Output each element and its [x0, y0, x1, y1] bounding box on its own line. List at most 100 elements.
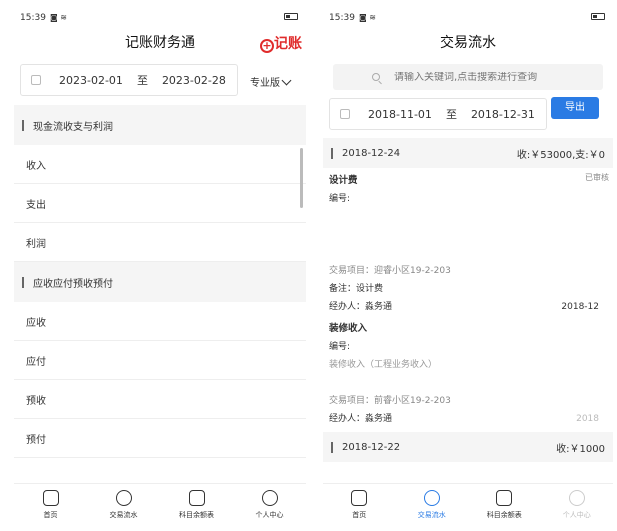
calendar-icon	[340, 109, 350, 119]
profile-icon	[261, 490, 278, 506]
record-number: 编号:	[329, 342, 351, 352]
day-date: 2018-12-24	[342, 147, 401, 159]
ledger-icon	[496, 490, 513, 506]
plus-circle-icon: +	[260, 39, 274, 53]
record-type: 装修收入（工程业务收入）	[329, 360, 438, 370]
page-title: 交易流水	[440, 35, 496, 51]
transactions-icon	[115, 490, 132, 506]
transactions-icon	[423, 490, 440, 506]
status-time: 15:39	[329, 13, 355, 23]
day-summary: 收:￥1000	[556, 443, 605, 455]
profile-icon	[568, 490, 585, 506]
date-separator: 至	[136, 74, 148, 87]
home-navbar: 记账财务通 + 记账	[14, 26, 306, 60]
version-dropdown[interactable]: 专业版	[250, 74, 292, 89]
tab-label: 首页	[352, 511, 367, 519]
battery-icon	[284, 13, 298, 20]
record-remark: 备注：设计费	[329, 284, 384, 294]
record-date: 2018-12	[561, 302, 599, 312]
tab-transactions[interactable]: 交易流水	[396, 484, 469, 531]
record-date: 2018	[576, 414, 599, 424]
tab-label: 科目余额表	[486, 511, 522, 519]
end-date: 2023-02-28	[161, 73, 226, 87]
record-number: 编号:	[329, 194, 351, 204]
home-screen: 15:39 ◙ ≋ 记账财务通 + 记账 2023-02-01 至 2023-02…	[14, 0, 306, 531]
bottom-tab-bar: 首页 交易流水 科目余额表 个人中心	[323, 483, 613, 531]
scrollbar[interactable]	[300, 148, 303, 208]
section-marker	[331, 147, 333, 159]
status-time: 15:39	[20, 13, 46, 23]
start-date: 2023-02-01	[59, 73, 123, 87]
transactions-screen: 15:39 ◙ ≋ 交易流水 2018-11-01 至 2018-12-31 导…	[323, 0, 613, 531]
search-icon	[372, 73, 380, 81]
tab-home[interactable]: 首页	[323, 484, 396, 531]
menu-item-prepaid[interactable]: 预付	[14, 419, 306, 458]
tab-transactions[interactable]: 交易流水	[87, 484, 160, 531]
tab-profile[interactable]: 个人中心	[233, 484, 306, 531]
record-handler: 经办人：淼务通	[329, 302, 393, 312]
menu-item-advance-received[interactable]: 预收	[14, 380, 306, 419]
add-entry-button[interactable]: + 记账	[260, 33, 302, 53]
status-bar: 15:39 ◙ ≋	[14, 0, 306, 26]
add-entry-label: 记账	[274, 36, 302, 52]
section-cashflow: 现金流收支与利润	[14, 105, 306, 145]
date-range-picker[interactable]: 2023-02-01 至 2023-02-28	[20, 64, 238, 96]
battery-icon	[591, 13, 605, 20]
tab-ledger[interactable]: 科目余额表	[468, 484, 541, 531]
wifi-icon: ◙ ≋	[359, 13, 377, 22]
calendar-icon	[31, 75, 41, 85]
menu-item-expense[interactable]: 支出	[14, 184, 306, 223]
status-bar: 15:39 ◙ ≋	[323, 0, 613, 26]
record-project: 交易项目：迎睿小区19-2-203	[329, 266, 451, 276]
status-badge: 已审核	[585, 173, 609, 182]
search-input[interactable]	[394, 71, 564, 83]
export-button[interactable]: 导出	[551, 97, 599, 119]
start-date: 2018-11-01	[368, 107, 432, 121]
record-handler-row: 经办人：淼务通 2018-12	[329, 298, 607, 316]
section-marker	[22, 119, 24, 131]
record-name: 装修收入	[329, 323, 368, 334]
menu-item-profit[interactable]: 利润	[14, 223, 306, 262]
date-separator: 至	[445, 108, 457, 121]
tab-label: 交易流水	[417, 511, 446, 519]
section-marker	[331, 441, 333, 453]
date-filter-row: 2018-11-01 至 2018-12-31 导出	[323, 94, 613, 134]
date-range-picker[interactable]: 2018-11-01 至 2018-12-31	[329, 98, 547, 130]
end-date: 2018-12-31	[470, 107, 535, 121]
bottom-tab-bar: 首页 交易流水 科目余额表 个人中心	[14, 483, 306, 531]
home-icon	[351, 490, 368, 506]
tab-profile[interactable]: 个人中心	[541, 484, 614, 531]
menu-item-payable[interactable]: 应付	[14, 341, 306, 380]
tab-ledger[interactable]: 科目余额表	[160, 484, 233, 531]
day-date: 2018-12-22	[342, 441, 401, 453]
version-label: 专业版	[250, 78, 280, 89]
day-summary: 收:￥53000,支:￥0	[516, 149, 605, 161]
section-marker	[22, 276, 24, 288]
transactions-navbar: 交易流水	[323, 26, 613, 60]
chevron-down-icon	[281, 75, 292, 86]
tab-label: 个人中心	[255, 511, 284, 519]
tab-label: 个人中心	[562, 511, 591, 519]
section-receivables: 应收应付预收预付	[14, 262, 306, 302]
page-title: 记账财务通	[125, 35, 195, 51]
record-name: 设计费	[329, 175, 358, 186]
tab-label: 科目余额表	[179, 511, 214, 519]
menu-item-income[interactable]: 收入	[14, 145, 306, 184]
tab-label: 交易流水	[109, 511, 138, 519]
record-project: 交易项目：前睿小区19-2-203	[329, 396, 451, 406]
menu-item-receivable[interactable]: 应收	[14, 302, 306, 341]
tab-home[interactable]: 首页	[14, 484, 87, 531]
transaction-record[interactable]: 装修收入 编号: 装修收入（工程业务收入） 交易项目：前睿小区19-2-203 …	[323, 320, 613, 432]
wifi-icon: ◙ ≋	[50, 13, 68, 22]
record-handler-row: 经办人：淼务通 2018	[329, 410, 607, 428]
day-group-header: 2018-12-22 收:￥1000	[323, 432, 613, 462]
home-icon	[42, 490, 59, 506]
day-group-header: 2018-12-24 收:￥53000,支:￥0	[323, 138, 613, 168]
ledger-icon	[188, 490, 205, 506]
section-title: 应收应付预收预付	[33, 278, 113, 290]
date-filter-row: 2023-02-01 至 2023-02-28 专业版	[14, 60, 306, 100]
transaction-record[interactable]: 设计费 已审核 编号: 交易项目：迎睿小区19-2-203 备注：设计费 经办人…	[323, 168, 613, 320]
tab-label: 首页	[43, 511, 58, 519]
search-bar[interactable]	[333, 64, 603, 90]
section-title: 现金流收支与利润	[33, 121, 113, 133]
